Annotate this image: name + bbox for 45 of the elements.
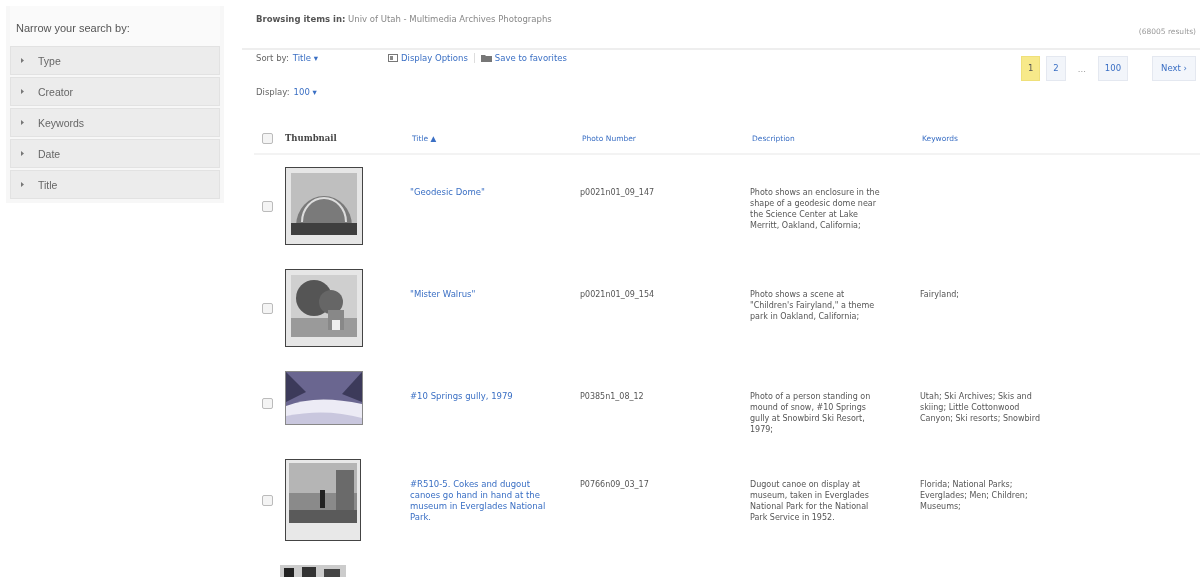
caret-right-icon <box>21 120 24 125</box>
title-link[interactable]: #R510-5. Cokes and dugout canoes go hand in hand at the museum in Everglades National Park. <box>410 479 550 523</box>
page-button[interactable]: 1 <box>1020 56 1041 81</box>
facet-item[interactable]: Type <box>10 46 220 75</box>
description-text: Photo of a person standing on mound of snow, #10 Springs gully at Snowbird Ski Resort, 1979; <box>750 391 872 435</box>
save-favorites-button[interactable]: Save to favorites <box>474 53 573 63</box>
photo-number: P0766n09_03_17 <box>580 479 650 490</box>
caret-right-icon <box>21 58 24 63</box>
photo-number: p0021n01_09_154 <box>580 289 656 300</box>
display-options-button[interactable]: Display Options <box>382 53 475 63</box>
description-text: Photo shows an enclosure in the shape of a geodesic dome near the Science Center at Lake Merritt, Oakland, California; <box>750 187 880 231</box>
browsing-path: Browsing items in: Univ of Utah - Multimedia Archives Photographs <box>256 14 552 24</box>
facet-item[interactable]: Keywords <box>10 108 220 137</box>
caret-right-icon <box>21 182 24 187</box>
description-text: Dugout canoe on display at museum, taken in Everglades National Park for the National Park Service in 1952. <box>750 479 870 523</box>
facet-item[interactable]: Creator <box>10 77 220 106</box>
page-button[interactable]: 2 <box>1046 56 1066 81</box>
photo-number: P0385n1_08_12 <box>580 391 645 402</box>
folder-icon <box>480 54 492 62</box>
window-icon <box>388 54 398 62</box>
keywords-text: Fairyland; <box>920 289 960 300</box>
facet-item[interactable]: Date <box>10 139 220 168</box>
sort-label: Sort by: <box>256 53 289 63</box>
checkbox[interactable] <box>262 302 273 314</box>
title-link[interactable]: "Mister Walrus" <box>410 289 550 300</box>
checkbox[interactable] <box>262 132 273 144</box>
checkbox[interactable] <box>262 494 273 506</box>
pagination-ellipsis: ... <box>1076 63 1087 74</box>
description-text: Photo shows a scene at "Children's Fairyland," a theme park in Oakland, California; <box>750 289 876 322</box>
page-button[interactable]: 100 <box>1097 56 1129 81</box>
next-button[interactable]: Next › <box>1152 56 1196 81</box>
checkbox[interactable] <box>262 397 273 409</box>
title-link[interactable]: #10 Springs gully, 1979 <box>410 391 550 402</box>
title-link[interactable]: "Geodesic Dome" <box>410 187 550 198</box>
display-dropdown[interactable]: 100 ▾ <box>293 87 317 127</box>
keywords-text: Florida; National Parks; Everglades; Men; Children; Museums; <box>920 479 1029 512</box>
keywords-text: Utah; Ski Archives; Skis and skiing; Little Cottonwood Canyon; Ski resorts; Snowbird <box>920 391 1041 424</box>
caret-right-icon <box>21 89 24 94</box>
sort-dropdown[interactable]: Title ▾ <box>292 53 318 63</box>
column-header: Thumbnail <box>285 133 337 143</box>
display-label: Display: <box>256 87 290 99</box>
photo-number: p0021n01_09_147 <box>580 187 656 198</box>
caret-right-icon <box>21 151 24 156</box>
facet-item[interactable]: Title <box>10 170 220 199</box>
checkbox[interactable] <box>262 200 273 212</box>
